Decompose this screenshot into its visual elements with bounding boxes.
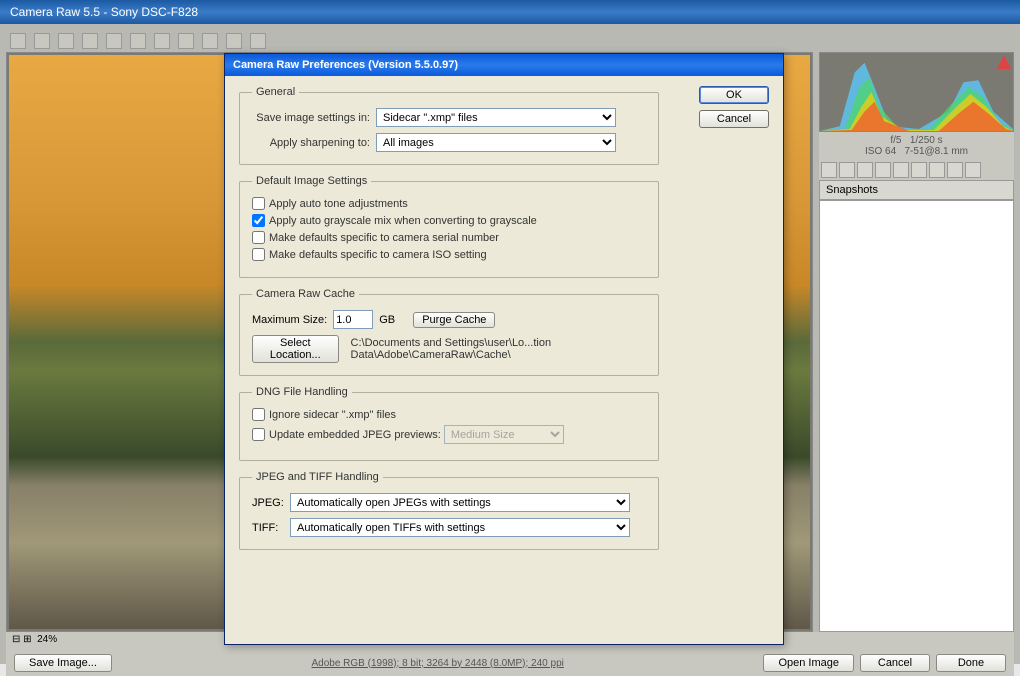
cache-group: Camera Raw Cache Maximum Size: GB Purge … bbox=[239, 288, 659, 376]
defaults-group: Default Image Settings Apply auto tone a… bbox=[239, 175, 659, 278]
update-previews-checkbox[interactable] bbox=[252, 428, 265, 441]
hand-tool-icon[interactable] bbox=[34, 33, 50, 49]
jpeg-select[interactable]: Automatically open JPEGs with settings bbox=[290, 493, 630, 512]
sharpen-label: Apply sharpening to: bbox=[252, 137, 370, 149]
panel-tabs bbox=[819, 160, 1014, 180]
redeye-tool-icon[interactable] bbox=[178, 33, 194, 49]
dng-legend: DNG File Handling bbox=[252, 386, 352, 398]
preview-size-select: Medium Size bbox=[444, 425, 564, 444]
bottom-bar: Save Image... Adobe RGB (1998); 8 bit; 3… bbox=[6, 650, 1014, 676]
ok-button[interactable]: OK bbox=[699, 86, 769, 104]
ignore-sidecar-label: Ignore sidecar ".xmp" files bbox=[269, 409, 396, 421]
zoom-out-icon[interactable]: ⊟ bbox=[12, 634, 20, 645]
zoom-level[interactable]: 24% bbox=[37, 634, 57, 645]
jpegtiff-legend: JPEG and TIFF Handling bbox=[252, 471, 383, 483]
auto-tone-label: Apply auto tone adjustments bbox=[269, 198, 408, 210]
zoom-tool-icon[interactable] bbox=[10, 33, 26, 49]
tab-snapshots-icon[interactable] bbox=[965, 162, 981, 178]
histogram bbox=[819, 52, 1014, 132]
sharpen-select[interactable]: All images bbox=[376, 133, 616, 152]
snapshots-list[interactable] bbox=[819, 200, 1014, 632]
tab-basic-icon[interactable] bbox=[821, 162, 837, 178]
tab-detail-icon[interactable] bbox=[857, 162, 873, 178]
save-image-button[interactable]: Save Image... bbox=[14, 654, 112, 672]
rotate-right-icon[interactable] bbox=[250, 33, 266, 49]
dialog-title: Camera Raw Preferences (Version 5.5.0.97… bbox=[225, 54, 783, 76]
cache-legend: Camera Raw Cache bbox=[252, 288, 359, 300]
cancel-button[interactable]: Cancel bbox=[860, 654, 930, 672]
auto-grayscale-label: Apply auto grayscale mix when converting… bbox=[269, 215, 537, 227]
tab-curve-icon[interactable] bbox=[839, 162, 855, 178]
jpeg-label: JPEG: bbox=[252, 497, 284, 509]
main-content: f/5 1/250 s ISO 64 7-51@8.1 mm Snapshots bbox=[0, 24, 1020, 664]
zoom-in-icon[interactable]: ⊞ bbox=[23, 634, 31, 645]
save-settings-select[interactable]: Sidecar ".xmp" files bbox=[376, 108, 616, 127]
retouch-tool-icon[interactable] bbox=[154, 33, 170, 49]
ignore-sidecar-checkbox[interactable] bbox=[252, 408, 265, 421]
purge-cache-button[interactable]: Purge Cache bbox=[413, 312, 495, 328]
max-size-label: Maximum Size: bbox=[252, 314, 327, 326]
save-settings-label: Save image settings in: bbox=[252, 112, 370, 124]
tab-camera-icon[interactable] bbox=[929, 162, 945, 178]
window-title: Camera Raw 5.5 - Sony DSC-F828 bbox=[10, 5, 198, 19]
gb-label: GB bbox=[379, 314, 395, 326]
general-legend: General bbox=[252, 86, 299, 98]
sampler-tool-icon[interactable] bbox=[82, 33, 98, 49]
dialog-cancel-button[interactable]: Cancel bbox=[699, 110, 769, 128]
window-titlebar: Camera Raw 5.5 - Sony DSC-F828 bbox=[0, 0, 1020, 24]
preferences-dialog: Camera Raw Preferences (Version 5.5.0.97… bbox=[224, 53, 784, 645]
serial-checkbox[interactable] bbox=[252, 231, 265, 244]
auto-tone-checkbox[interactable] bbox=[252, 197, 265, 210]
toolbar bbox=[6, 30, 1014, 52]
tiff-select[interactable]: Automatically open TIFFs with settings bbox=[290, 518, 630, 537]
workflow-link[interactable]: Adobe RGB (1998); 8 bit; 3264 by 2448 (8… bbox=[311, 658, 563, 669]
clipping-warning-icon[interactable] bbox=[997, 55, 1011, 69]
select-location-button[interactable]: Select Location... bbox=[252, 335, 339, 363]
tab-presets-icon[interactable] bbox=[947, 162, 963, 178]
snapshots-header: Snapshots bbox=[819, 180, 1014, 200]
serial-label: Make defaults specific to camera serial … bbox=[269, 232, 499, 244]
update-previews-label: Update embedded JPEG previews: bbox=[269, 429, 441, 441]
rotate-left-icon[interactable] bbox=[226, 33, 242, 49]
dng-group: DNG File Handling Ignore sidecar ".xmp" … bbox=[239, 386, 659, 461]
tiff-label: TIFF: bbox=[252, 522, 284, 534]
iso-checkbox[interactable] bbox=[252, 248, 265, 261]
tab-hsl-icon[interactable] bbox=[875, 162, 891, 178]
auto-grayscale-checkbox[interactable] bbox=[252, 214, 265, 227]
right-panel: f/5 1/250 s ISO 64 7-51@8.1 mm Snapshots bbox=[819, 52, 1014, 632]
prefs-tool-icon[interactable] bbox=[202, 33, 218, 49]
straighten-tool-icon[interactable] bbox=[130, 33, 146, 49]
iso-label: Make defaults specific to camera ISO set… bbox=[269, 249, 487, 261]
exposure-info: f/5 1/250 s ISO 64 7-51@8.1 mm bbox=[819, 132, 1014, 160]
cache-path: C:\Documents and Settings\user\Lo...tion… bbox=[351, 337, 646, 361]
crop-tool-icon[interactable] bbox=[106, 33, 122, 49]
done-button[interactable]: Done bbox=[936, 654, 1006, 672]
tab-split-icon[interactable] bbox=[893, 162, 909, 178]
defaults-legend: Default Image Settings bbox=[252, 175, 371, 187]
open-image-button[interactable]: Open Image bbox=[763, 654, 854, 672]
tab-lens-icon[interactable] bbox=[911, 162, 927, 178]
jpegtiff-group: JPEG and TIFF Handling JPEG: Automatical… bbox=[239, 471, 659, 550]
eyedropper-tool-icon[interactable] bbox=[58, 33, 74, 49]
general-group: General Save image settings in: Sidecar … bbox=[239, 86, 659, 165]
max-size-input[interactable] bbox=[333, 310, 373, 329]
